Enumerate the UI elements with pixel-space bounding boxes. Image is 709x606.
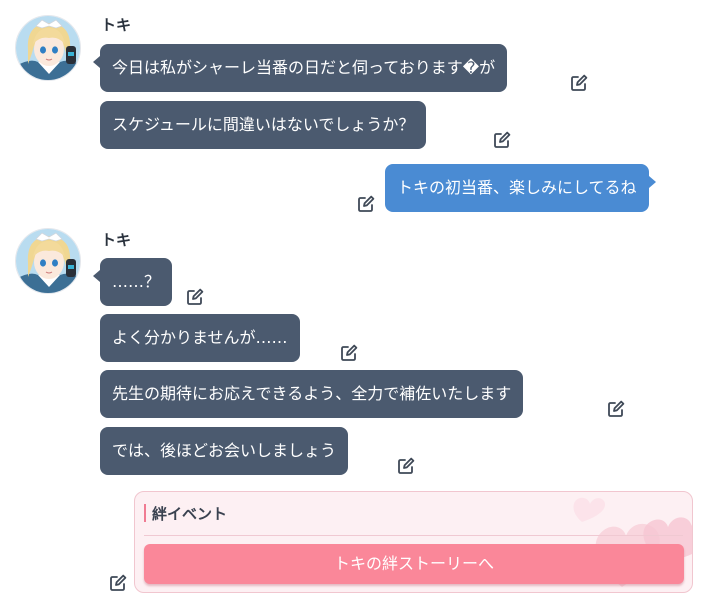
speaker-name: トキ xyxy=(101,231,132,249)
bond-event-card: 絆イベント トキの絆ストーリーへ xyxy=(134,491,693,593)
bond-event-title: 絆イベント xyxy=(152,504,228,523)
edit-icon[interactable] xyxy=(356,194,376,214)
edit-icon[interactable] xyxy=(108,573,128,593)
student-message-bubble: 今日は私がシャーレ当番の日だと伺っております�が xyxy=(92,44,508,92)
toki-avatar[interactable] xyxy=(15,228,81,294)
student-message-bubble: スケジュールに間違いはないでしょうか？ xyxy=(100,101,427,149)
sensei-message-bubble: トキの初当番、楽しみにしてるね xyxy=(385,164,656,212)
speaker-name: トキ xyxy=(101,16,132,34)
edit-icon[interactable] xyxy=(185,287,205,307)
student-message-bubble: では、後ほどお会いしましょう xyxy=(100,427,349,475)
student-message-bubble: 先生の期待にお応えできるよう、全力で補佐いたします xyxy=(100,370,524,418)
edit-icon[interactable] xyxy=(606,399,626,419)
divider xyxy=(144,535,683,536)
avatar-image xyxy=(16,16,81,81)
student-message-bubble: よく分かりませんが…… xyxy=(100,314,300,362)
bond-event-header: 絆イベント xyxy=(144,502,227,524)
edit-icon[interactable] xyxy=(492,130,512,150)
accent-bar xyxy=(144,504,146,522)
student-message-bubble: ……？ xyxy=(92,258,173,306)
avatar-image xyxy=(16,229,81,294)
chat-page: トキ 今日は私がシャーレ当番の日だと伺っております�が スケジュールに間違いはな… xyxy=(0,0,709,606)
toki-avatar[interactable] xyxy=(15,15,81,81)
edit-icon[interactable] xyxy=(396,456,416,476)
bond-story-button[interactable]: トキの絆ストーリーへ xyxy=(144,544,684,584)
edit-icon[interactable] xyxy=(339,343,359,363)
edit-icon[interactable] xyxy=(569,73,589,93)
